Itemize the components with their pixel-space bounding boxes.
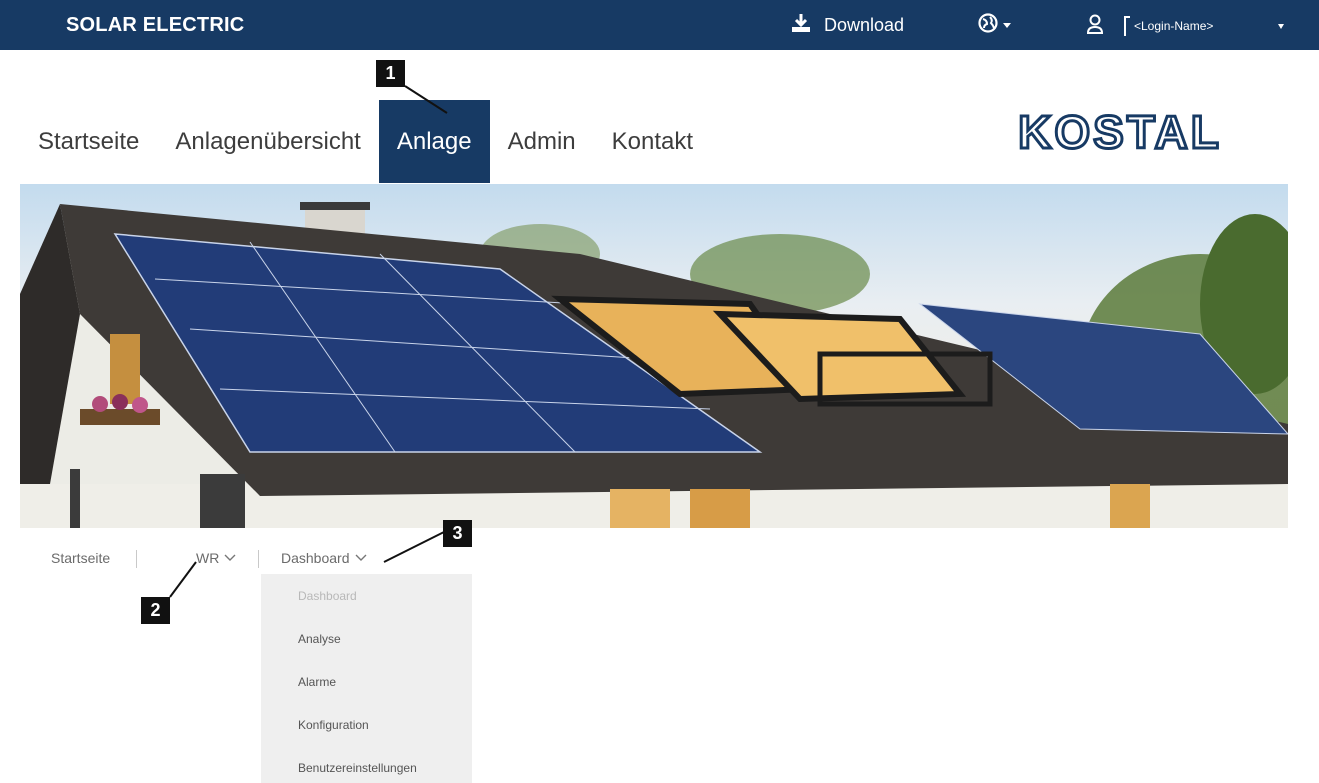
- breadcrumb-section-dropdown[interactable]: Dashboard: [281, 550, 367, 566]
- download-button[interactable]: Download: [790, 12, 904, 39]
- breadcrumb-separator: [136, 550, 137, 568]
- login-name-button[interactable]: <Login-Name>: [1120, 16, 1217, 36]
- login-chevron-icon[interactable]: [1278, 24, 1284, 29]
- breadcrumb-device-label: WR: [196, 550, 220, 566]
- user-icon: [1085, 13, 1105, 40]
- chevron-down-icon: [355, 554, 366, 561]
- download-label: Download: [824, 15, 905, 35]
- menu-item-konfiguration[interactable]: Konfiguration: [261, 703, 472, 746]
- breadcrumb-device-dropdown[interactable]: WR: [196, 550, 236, 566]
- menu-item-alarme[interactable]: Alarme: [261, 660, 472, 703]
- bracket-icon: [1124, 16, 1130, 36]
- hero-image: [20, 184, 1288, 528]
- callout-marker-3: 3: [443, 520, 472, 547]
- download-icon: [790, 12, 812, 39]
- callout-marker-2: 2: [141, 597, 170, 624]
- breadcrumb-separator: [258, 550, 259, 568]
- nav-item-startseite[interactable]: Startseite: [20, 100, 157, 183]
- chevron-down-icon: [1003, 23, 1011, 28]
- nav-item-anlage[interactable]: Anlage: [378, 100, 490, 183]
- page: SOLAR ELECTRIC Download <Login-Name> Sta…: [0, 0, 1319, 783]
- menu-item-benutzereinstellungen[interactable]: Benutzereinstellungen: [261, 746, 472, 783]
- kostal-logo: KOSTAL: [1017, 105, 1222, 160]
- login-name-label: <Login-Name>: [1134, 19, 1214, 33]
- callout-marker-1: 1: [376, 60, 405, 87]
- breadcrumb-home[interactable]: Startseite: [51, 550, 110, 566]
- nav-item-anlagenuebersicht[interactable]: Anlagenübersicht: [157, 100, 378, 183]
- top-bar: SOLAR ELECTRIC Download <Login-Name>: [0, 0, 1319, 50]
- menu-item-analyse[interactable]: Analyse: [261, 617, 472, 660]
- chevron-down-icon: [224, 554, 236, 561]
- main-nav: Startseite Anlagenübersicht Anlage Admin…: [20, 100, 711, 183]
- dashboard-dropdown-menu: Dashboard Analyse Alarme Konfiguration B…: [261, 574, 472, 783]
- menu-item-dashboard[interactable]: Dashboard: [261, 574, 472, 617]
- language-selector[interactable]: [978, 13, 1011, 38]
- globe-icon: [978, 13, 998, 38]
- breadcrumb-section-label: Dashboard: [281, 550, 350, 566]
- brand-name: SOLAR ELECTRIC: [66, 14, 245, 36]
- nav-item-kontakt[interactable]: Kontakt: [594, 100, 711, 183]
- svg-text:KOSTAL: KOSTAL: [1018, 106, 1222, 158]
- nav-item-admin[interactable]: Admin: [490, 100, 594, 183]
- breadcrumb: Startseite WR Dashboard: [0, 550, 600, 574]
